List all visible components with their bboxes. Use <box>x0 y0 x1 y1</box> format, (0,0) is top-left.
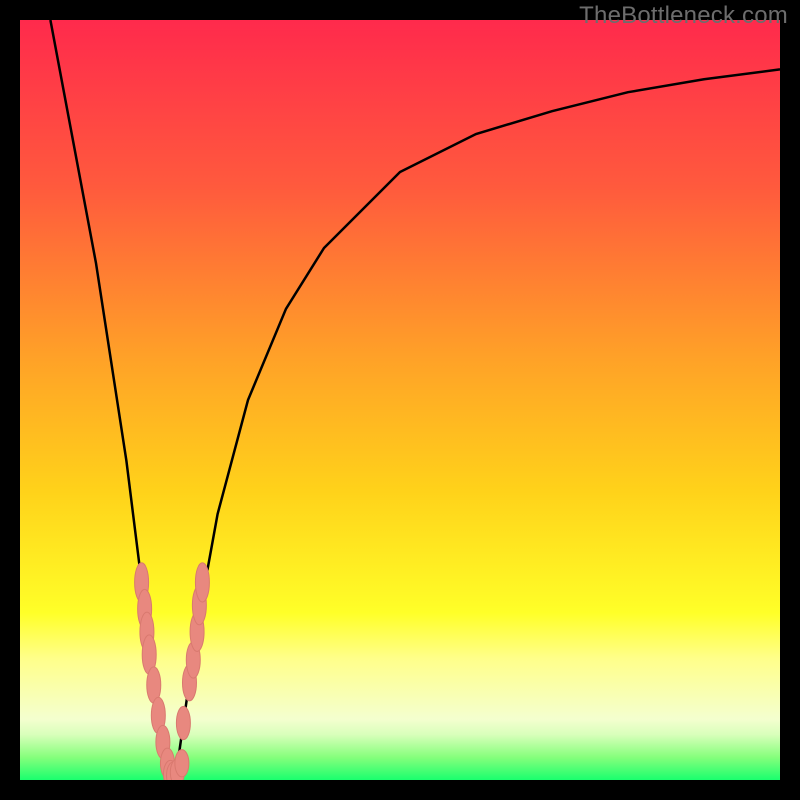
plot-area <box>20 20 780 780</box>
data-marker <box>195 563 209 602</box>
chart-frame: TheBottleneck.com <box>0 0 800 800</box>
chart-svg <box>20 20 780 780</box>
gradient-background <box>20 20 780 780</box>
data-marker <box>176 706 190 739</box>
watermark-text: TheBottleneck.com <box>579 2 788 30</box>
data-marker <box>175 750 189 777</box>
